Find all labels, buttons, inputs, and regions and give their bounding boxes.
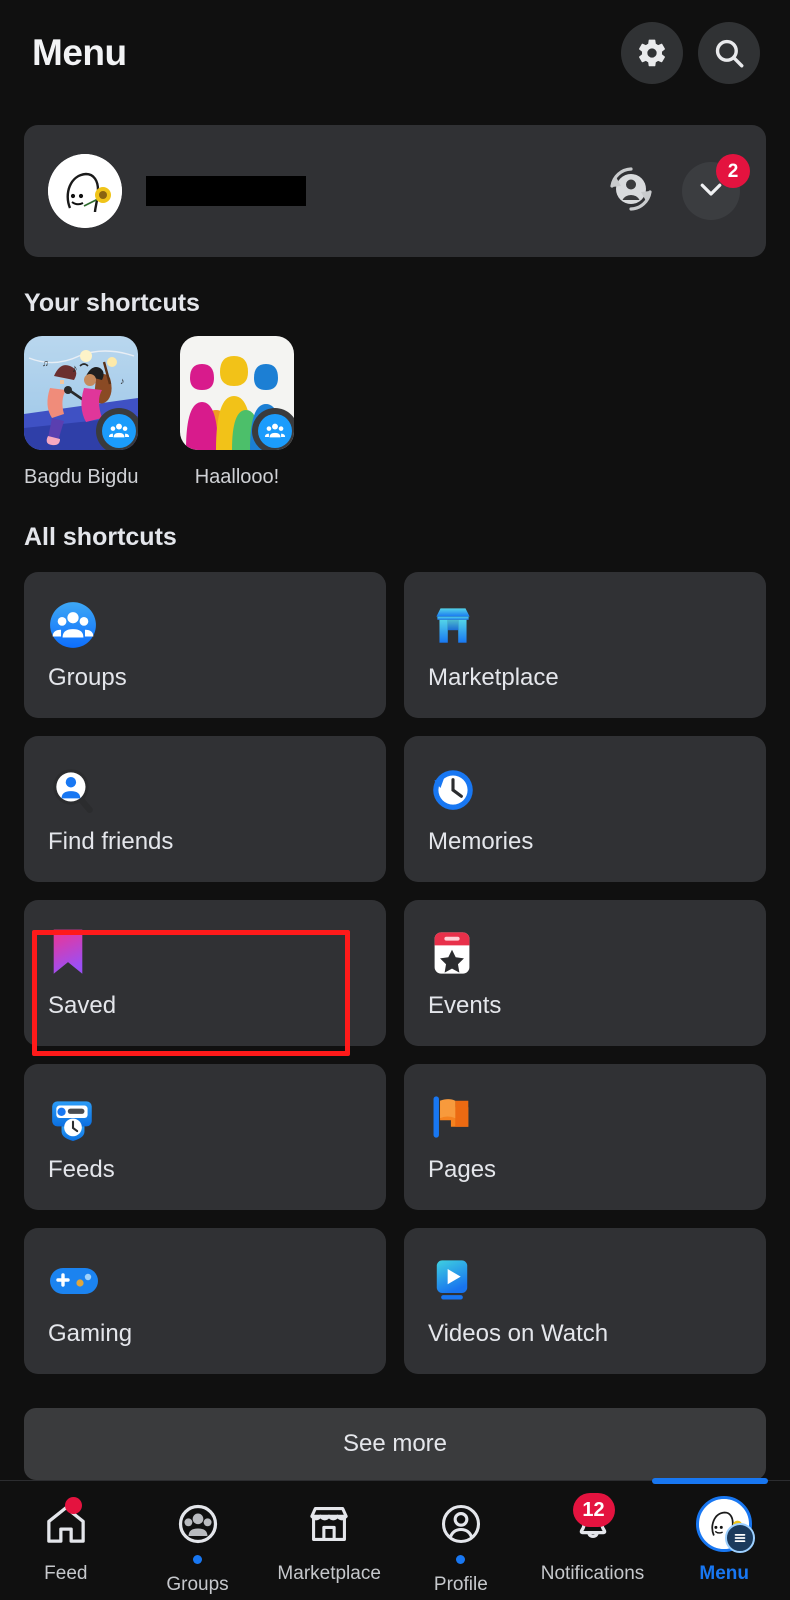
nav-item-profile[interactable]: Profile — [395, 1481, 527, 1596]
nav-label: Profile — [433, 1574, 488, 1595]
svg-text:♫: ♫ — [42, 358, 49, 368]
svg-text:♪: ♪ — [72, 363, 78, 375]
tile-pages[interactable]: Pages — [404, 1064, 766, 1210]
tile-label: Events — [428, 992, 502, 1019]
shortcut-item-bagdu-bigdu[interactable]: ♪ ♫ ♪ Bagdu Bigdu — [24, 336, 139, 489]
shortcut-type-badge — [96, 408, 138, 450]
find-friends-icon — [48, 762, 362, 816]
gaming-controller-icon — [48, 1254, 362, 1308]
nav-label: Marketplace — [277, 1563, 381, 1584]
feed-unread-dot — [64, 1497, 82, 1514]
shortcut-thumbnail — [180, 336, 294, 450]
tile-label: Find friends — [48, 828, 174, 855]
nav-label: Notifications — [540, 1563, 645, 1584]
tile-groups[interactable]: Groups — [24, 572, 386, 718]
memories-icon — [428, 762, 742, 816]
tile-label: Pages — [428, 1156, 497, 1183]
svg-text:♪: ♪ — [120, 376, 125, 386]
nav-item-menu[interactable]: Menu — [658, 1481, 790, 1585]
gear-icon — [636, 37, 668, 69]
store-outline-icon — [305, 1495, 353, 1553]
groups-new-dot — [193, 1555, 202, 1564]
tile-gaming[interactable]: Gaming — [24, 1228, 386, 1374]
avatar — [48, 154, 122, 228]
profile-badge-count: 2 — [716, 154, 750, 188]
events-calendar-icon — [428, 926, 742, 980]
nav-item-notifications[interactable]: 12 Notifications — [527, 1481, 659, 1585]
search-button[interactable] — [698, 21, 760, 84]
marketplace-icon — [428, 598, 742, 652]
see-more-button[interactable]: See more — [24, 1408, 766, 1480]
nav-item-feed[interactable]: Feed — [0, 1481, 132, 1585]
shortcut-thumbnail: ♪ ♫ ♪ — [24, 336, 138, 450]
tile-label: Gaming — [48, 1320, 133, 1347]
nav-item-groups[interactable]: Groups — [132, 1481, 264, 1596]
bell-icon: 12 — [569, 1493, 617, 1553]
bottom-navigation: Feed Groups Marketplace Profile 12 Notif… — [0, 1478, 790, 1600]
group-icon — [258, 414, 292, 448]
all-shortcuts-title: All shortcuts — [24, 523, 177, 551]
watch-video-icon — [428, 1254, 742, 1308]
profile-card[interactable]: 2 — [24, 125, 766, 257]
nav-label: Feed — [44, 1563, 88, 1584]
tile-memories[interactable]: Memories — [404, 736, 766, 882]
facebook-menu-screen: Menu 2 Your shortcuts ♪ ♫ ♪ Bagdu Bigdu … — [0, 0, 790, 1600]
person-outline-icon — [437, 1495, 485, 1553]
tile-saved[interactable]: Saved — [24, 900, 386, 1056]
shortcut-label: Bagdu Bigdu — [24, 466, 139, 488]
tile-feeds[interactable]: Feeds — [24, 1064, 386, 1210]
nav-item-marketplace[interactable]: Marketplace — [263, 1481, 395, 1585]
shortcut-label: Haallooo! — [194, 466, 280, 488]
tile-label: Videos on Watch — [428, 1320, 609, 1347]
nav-label: Groups — [166, 1574, 229, 1595]
group-icon — [102, 414, 136, 448]
tile-label: Feeds — [48, 1156, 115, 1183]
tile-label: Saved — [48, 992, 117, 1019]
avatar-hamburger-icon — [696, 1495, 756, 1553]
feeds-icon — [48, 1090, 362, 1144]
groups-icon — [48, 598, 362, 652]
tile-videos-on-watch[interactable]: Videos on Watch — [404, 1228, 766, 1374]
hamburger-icon — [725, 1523, 756, 1553]
home-icon — [42, 1495, 90, 1553]
tile-label: Marketplace — [428, 664, 559, 691]
app-header: Menu — [0, 0, 790, 105]
all-shortcuts-grid: Groups Marketplace Find friends Memories… — [0, 552, 790, 1374]
your-shortcuts-title: Your shortcuts — [24, 289, 200, 317]
menu-avatar — [696, 1496, 756, 1553]
profile-switch-icon — [604, 162, 658, 221]
shortcut-item-haallooo[interactable]: Haallooo! — [180, 336, 294, 489]
your-shortcuts-row: ♪ ♫ ♪ Bagdu Bigdu Haallooo! — [0, 318, 790, 489]
nav-label: Menu — [699, 1563, 749, 1584]
settings-button[interactable] — [621, 21, 683, 84]
tile-label: Memories — [428, 828, 534, 855]
pages-flag-icon — [428, 1090, 742, 1144]
tile-events[interactable]: Events — [404, 900, 766, 1046]
expand-profile-button[interactable]: 2 — [682, 154, 750, 220]
saved-bookmark-icon — [48, 926, 362, 980]
profile-name-redacted — [146, 176, 306, 206]
tile-find-friends[interactable]: Find friends — [24, 736, 386, 882]
shortcut-type-badge — [252, 408, 294, 450]
notifications-badge: 12 — [572, 1493, 615, 1527]
tile-label: Groups — [48, 664, 127, 691]
profile-new-dot — [456, 1555, 466, 1564]
tile-marketplace[interactable]: Marketplace — [404, 572, 766, 718]
profile-switch-button[interactable] — [602, 162, 660, 220]
groups-outline-icon — [174, 1495, 222, 1553]
search-icon — [712, 36, 746, 70]
page-title: Menu — [32, 31, 127, 73]
